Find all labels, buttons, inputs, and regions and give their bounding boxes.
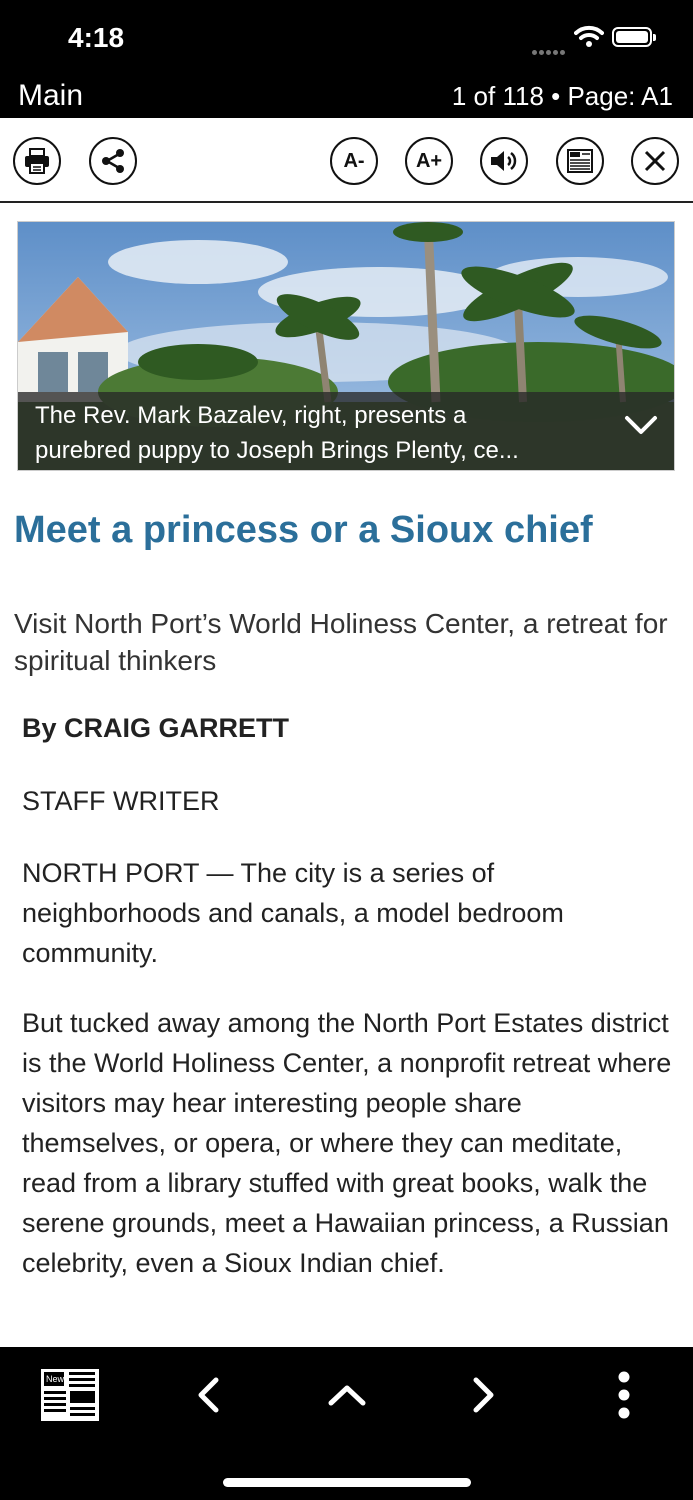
status-bar: 4:18 [0,0,693,78]
close-button[interactable] [631,137,679,185]
status-time: 4:18 [68,22,125,53]
newspaper-icon: News [41,1369,99,1421]
share-button[interactable] [89,137,137,185]
print-icon [25,148,49,174]
nav-bar: Main 1 of 118 • Page: A1 [0,78,693,118]
article-content[interactable]: The Rev. Mark Bazalev, right, presents a… [0,203,693,1347]
home-indicator[interactable] [223,1478,471,1487]
article-headline: Meet a princess or a Sioux chief [14,509,593,551]
next-page-button[interactable] [462,1365,506,1425]
audio-button[interactable] [480,137,528,185]
previous-page-button[interactable] [186,1365,230,1425]
more-options-button[interactable] [604,1365,644,1425]
article-byline: By CRAIG GARRETT [22,713,290,743]
speaker-icon [491,151,517,171]
close-icon [644,150,666,172]
chevron-right-icon [473,1377,494,1413]
print-button[interactable] [13,137,61,185]
font-increase-button[interactable]: A+ [405,137,453,185]
author-role: STAFF WRITER [22,786,220,816]
chevron-left-icon [198,1377,219,1413]
newspaper-view-button[interactable] [556,137,604,185]
article-paragraph: But tucked away among the North Port Est… [22,1008,672,1278]
article-paragraph: NORTH PORT — The city is a series of nei… [22,858,564,968]
svg-text:News: News [46,1374,69,1384]
sections-button[interactable]: News [38,1365,102,1425]
scroll-up-button[interactable] [324,1365,370,1425]
battery-icon [612,27,656,47]
wifi-icon [574,25,604,47]
share-icon [102,149,124,173]
more-vertical-icon [618,1371,630,1419]
article-subheadline: Visit North Port’s World Holiness Center… [14,608,668,676]
cellular-signal-icon [532,42,568,55]
newspaper-icon [567,149,593,173]
chevron-up-icon [328,1385,366,1406]
photo-caption-text: The Rev. Mark Bazalev, right, presents a… [35,402,519,464]
chevron-down-icon[interactable] [624,414,658,436]
section-title[interactable]: Main [18,78,83,114]
photo-caption[interactable]: The Rev. Mark Bazalev, right, presents a… [18,392,674,470]
article-toolbar: A- A+ [0,118,693,203]
article-photo[interactable]: The Rev. Mark Bazalev, right, presents a… [17,221,675,471]
font-decrease-button[interactable]: A- [330,137,378,185]
page-indicator: 1 of 118 • Page: A1 [451,81,673,111]
